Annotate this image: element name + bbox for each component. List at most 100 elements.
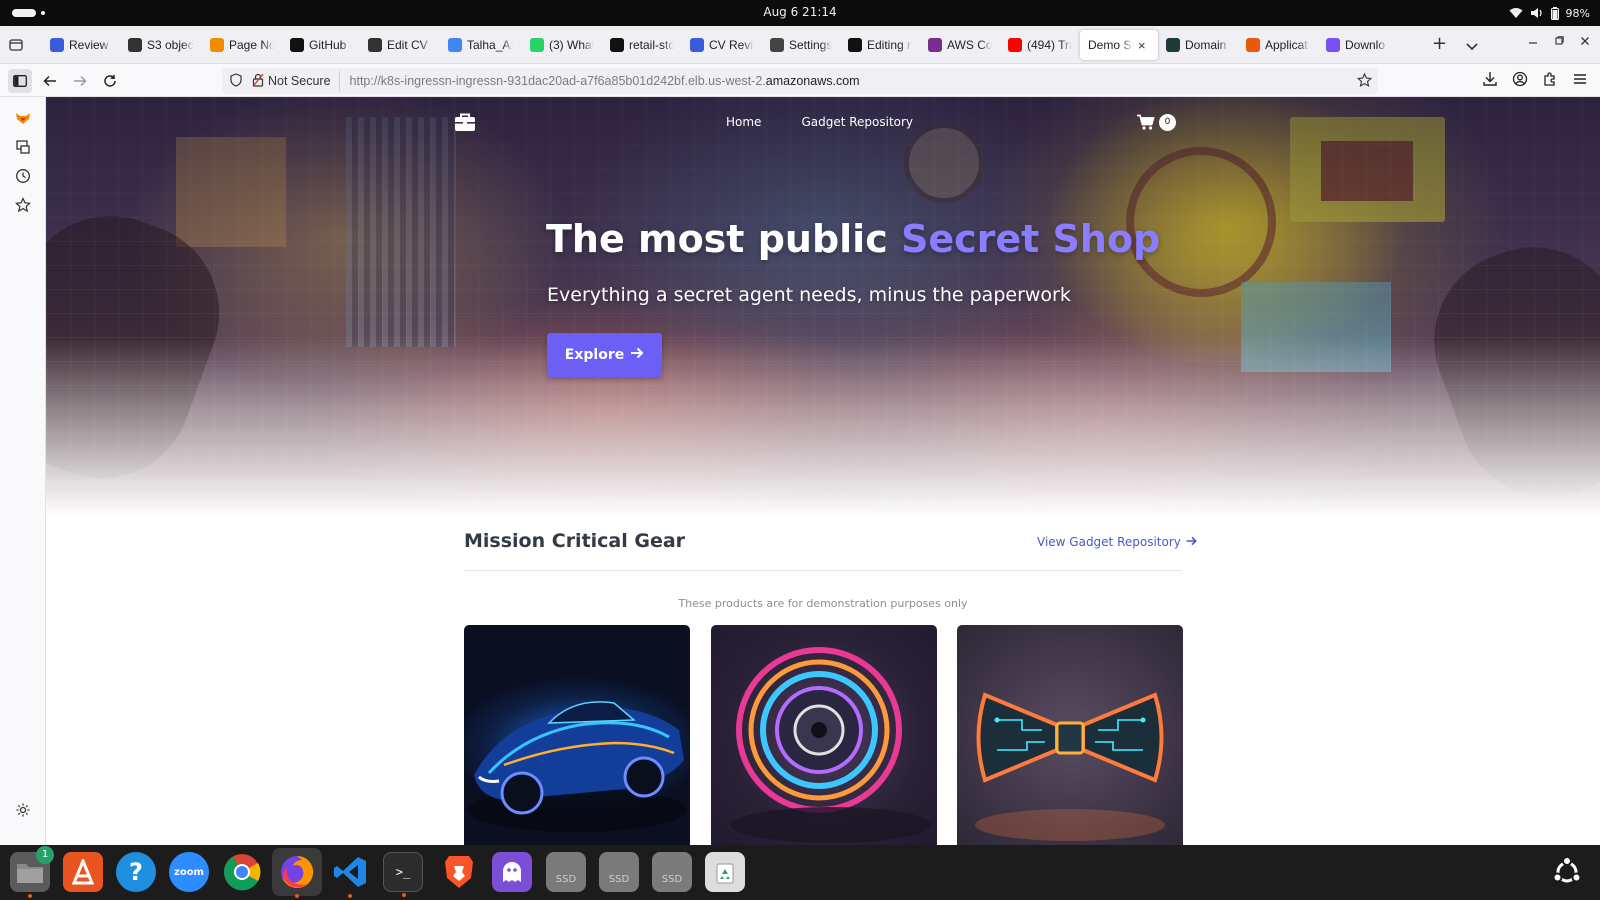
browser-tab[interactable]: Review f <box>42 30 120 60</box>
tab-label: (3) What <box>549 38 594 52</box>
browser-tab[interactable]: CV Revie <box>682 30 762 60</box>
window-controls <box>1528 35 1590 49</box>
zoom-app-icon[interactable]: zoom <box>169 852 209 892</box>
section-divider <box>464 570 1182 571</box>
browser-tab[interactable]: retail-stc <box>602 30 682 60</box>
close-window-icon[interactable] <box>1580 35 1590 49</box>
browser-tab[interactable]: AWS Co <box>920 30 1000 60</box>
url-text[interactable]: http://k8s-ingressn-ingressn-931dac20ad-… <box>350 74 860 88</box>
browser-tab[interactable]: Settings <box>762 30 840 60</box>
reload-button[interactable] <box>100 71 120 91</box>
aws-favicon-icon <box>928 38 942 52</box>
maximize-icon[interactable] <box>1554 35 1564 49</box>
ssd-drive-icon[interactable]: SSD <box>546 852 586 892</box>
app-center-icon[interactable] <box>63 852 103 892</box>
url-prefix: http://k8s-ingressn-ingressn-931dac20ad-… <box>349 74 766 88</box>
docs-favicon-icon <box>448 38 462 52</box>
browser-tab[interactable]: Applicat <box>1238 30 1318 60</box>
forward-button[interactable] <box>70 71 90 91</box>
cv-favicon-icon <box>690 38 704 52</box>
nav-home-link[interactable]: Home <box>726 115 761 129</box>
browser-tab[interactable]: Downlo <box>1318 30 1396 60</box>
explore-button[interactable]: Explore <box>547 333 662 377</box>
browser-tab[interactable]: (494) Tra <box>1000 30 1080 60</box>
browser-tab[interactable]: GitHub - <box>282 30 360 60</box>
hero-title-plain: The most public <box>546 217 901 261</box>
account-icon[interactable] <box>1512 71 1528 91</box>
download-favicon-icon <box>1326 38 1340 52</box>
synced-tabs-icon[interactable] <box>14 138 32 156</box>
tab-label: Applicat <box>1265 38 1308 52</box>
ssd-drive-icon[interactable]: SSD <box>599 852 639 892</box>
browser-tab[interactable]: Talha_A: <box>440 30 522 60</box>
cart-button[interactable]: 0 <box>1137 114 1179 134</box>
product-card[interactable] <box>711 625 937 845</box>
downloads-icon[interactable] <box>1482 71 1498 91</box>
history-icon[interactable] <box>14 167 32 185</box>
page-favicon-icon <box>210 38 224 52</box>
view-gadget-repository-label: View Gadget Repository <box>1037 535 1181 549</box>
sidebar-settings-icon[interactable] <box>14 801 32 819</box>
browser-tab[interactable]: Editing r <box>840 30 920 60</box>
browser-tab[interactable]: Edit CV | <box>360 30 440 60</box>
minimize-icon[interactable] <box>1528 35 1538 49</box>
help-icon[interactable]: ? <box>116 852 156 892</box>
bookmarks-icon[interactable] <box>14 196 32 214</box>
hero-title: The most public Secret Shop <box>546 217 1160 261</box>
list-all-tabs-icon[interactable] <box>1466 36 1478 55</box>
back-button[interactable] <box>40 71 60 91</box>
not-secure-label: Not Secure <box>268 74 331 88</box>
review-favicon-icon <box>50 38 64 52</box>
ssd-drive-icon[interactable]: SSD <box>652 852 692 892</box>
site-nav: Home Gadget Repository <box>726 115 913 129</box>
product-image-disc <box>731 647 931 843</box>
close-tab-icon[interactable]: × <box>1138 38 1150 53</box>
trash-icon[interactable] <box>705 852 745 892</box>
ghost-app-icon[interactable] <box>492 852 532 892</box>
site-security-indicator[interactable]: Not Secure <box>250 70 340 92</box>
briefcase-icon[interactable] <box>454 111 476 133</box>
sidebar-toggle-button[interactable] <box>8 69 32 93</box>
tab-label: Review f <box>69 38 112 52</box>
extensions-icon[interactable] <box>1542 71 1558 91</box>
hero-section: Home Gadget Repository 0 The most public… <box>46 97 1600 517</box>
domain-favicon-icon <box>1166 38 1180 52</box>
system-tray[interactable]: 98% <box>1509 4 1590 22</box>
brave-icon[interactable] <box>439 852 479 892</box>
activities-button[interactable] <box>12 9 52 18</box>
chrome-icon[interactable] <box>222 852 262 892</box>
browser-tab[interactable]: Demo Stc × <box>1080 30 1158 60</box>
files-app-icon[interactable]: 1 <box>10 846 54 898</box>
product-card[interactable] <box>464 625 690 845</box>
hero-subtitle: Everything a secret agent needs, minus t… <box>547 284 1071 306</box>
browser-tab[interactable]: (3) What <box>522 30 602 60</box>
extension-fox-icon[interactable] <box>14 109 32 127</box>
terminal-icon[interactable]: >_ <box>383 852 423 897</box>
ssd-label: SSD <box>661 873 683 885</box>
url-domain: amazonaws.com <box>765 74 860 88</box>
tracking-protection-icon[interactable] <box>230 72 242 90</box>
vscode-icon[interactable] <box>330 852 370 898</box>
arrow-right-icon <box>1186 535 1197 549</box>
app-menu-icon[interactable] <box>1572 71 1588 91</box>
bookmark-star-icon[interactable] <box>1356 72 1373 91</box>
view-gadget-repository-link[interactable]: View Gadget Repository <box>1037 535 1197 549</box>
browser-tab[interactable]: S3 objec <box>120 30 202 60</box>
browser-tab[interactable]: Domain <box>1158 30 1238 60</box>
tab-label: GitHub - <box>309 38 352 52</box>
new-tab-button[interactable]: + <box>1432 33 1447 54</box>
tab-label: Downlo <box>1345 38 1386 52</box>
system-clock[interactable]: Aug 6 21:14 <box>700 5 900 19</box>
firefox-icon[interactable] <box>272 848 322 898</box>
volume-icon <box>1530 7 1544 19</box>
toolbar-right <box>1482 71 1588 91</box>
cart-count-badge: 0 <box>1159 114 1176 131</box>
product-card[interactable] <box>957 625 1183 845</box>
browser-tab[interactable]: Page No <box>202 30 282 60</box>
tab-label: Edit CV | <box>387 38 432 52</box>
firefox-view-icon[interactable] <box>8 37 26 53</box>
wifi-icon <box>1509 7 1523 19</box>
address-bar[interactable]: Not Secure http://k8s-ingressn-ingressn-… <box>222 68 1378 94</box>
show-apps-icon[interactable] <box>1548 852 1586 892</box>
nav-gadget-repository-link[interactable]: Gadget Repository <box>801 115 913 129</box>
